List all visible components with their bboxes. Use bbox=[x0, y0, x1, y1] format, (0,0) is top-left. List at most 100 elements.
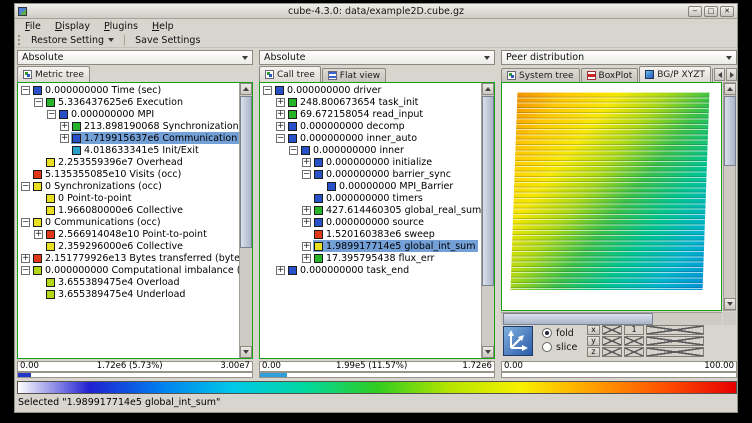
tree-row[interactable]: +427.614460305 global_real_sum bbox=[260, 204, 481, 216]
collapse-icon[interactable]: − bbox=[276, 134, 285, 143]
radio-checked-icon[interactable] bbox=[542, 328, 552, 338]
fold-option[interactable]: fold bbox=[542, 326, 577, 340]
slice-option[interactable]: slice bbox=[542, 340, 577, 354]
scrollbar-handle[interactable] bbox=[482, 96, 494, 286]
plot-vertical-scrollbar[interactable] bbox=[723, 82, 736, 311]
expand-icon[interactable]: + bbox=[302, 158, 311, 167]
toolbar-handle-icon[interactable] bbox=[18, 35, 21, 45]
tab-bg-p-xyzt[interactable]: BG/P XYZT bbox=[639, 66, 711, 82]
scroll-down-button[interactable] bbox=[240, 346, 252, 358]
topology-axis-button[interactable] bbox=[503, 326, 533, 356]
scroll-down-button[interactable] bbox=[482, 346, 494, 358]
tree-row[interactable]: +1.719915637e6 Communication bbox=[18, 132, 239, 144]
collapse-icon[interactable]: − bbox=[21, 266, 30, 275]
scrollbar-handle[interactable] bbox=[724, 96, 736, 166]
tree-row[interactable]: 3.655389475e4 Underload bbox=[18, 288, 239, 300]
tab-scroll-right-button[interactable] bbox=[726, 68, 737, 81]
tree-row[interactable]: 3.655389475e4 Overload bbox=[18, 276, 239, 288]
menu-help[interactable]: Help bbox=[145, 20, 181, 33]
tree-row[interactable]: +0.000000000 decomp bbox=[260, 120, 481, 132]
tree-row[interactable]: 4.018633341e5 Init/Exit bbox=[18, 144, 239, 156]
plot-horizontal-scrollbar[interactable] bbox=[501, 312, 722, 325]
tree-row[interactable]: +0.000000000 initialize bbox=[260, 156, 481, 168]
axis-x-button[interactable]: x bbox=[587, 325, 600, 335]
tree-row[interactable]: 1.520160383e6 sweep bbox=[260, 228, 481, 240]
collapse-icon[interactable]: − bbox=[21, 182, 30, 191]
tab-system-tree[interactable]: System tree bbox=[501, 68, 580, 82]
tree-row[interactable]: +0.000000000 task_end bbox=[260, 264, 481, 276]
tree-row[interactable]: −0.000000000 Time (sec) bbox=[18, 84, 239, 96]
dimension-crossed-box-icon[interactable] bbox=[646, 347, 704, 357]
tree-row[interactable]: +248.800673654 task_init bbox=[260, 96, 481, 108]
restore-setting-button[interactable]: Restore Setting bbox=[26, 34, 119, 47]
dimension-crossed-box-icon[interactable] bbox=[602, 325, 622, 335]
tree-row[interactable]: +17.395795438 flux_err bbox=[260, 252, 481, 264]
tree-row[interactable]: −0.000000000 barrier_sync bbox=[260, 168, 481, 180]
tree-row[interactable]: 1.966080000e6 Collective bbox=[18, 204, 239, 216]
tree-row[interactable]: −0.000000000 MPI bbox=[18, 108, 239, 120]
tree-row[interactable]: +2.151779926e13 Bytes transferred (bytes… bbox=[18, 252, 239, 264]
tab-flat-view[interactable]: Flat view bbox=[322, 68, 386, 82]
tree-row[interactable]: +0.000000000 source bbox=[260, 216, 481, 228]
expand-icon[interactable]: + bbox=[34, 230, 43, 239]
save-settings-button[interactable]: Save Settings bbox=[130, 34, 205, 47]
expand-icon[interactable]: + bbox=[302, 206, 311, 215]
menu-file[interactable]: File bbox=[18, 20, 48, 33]
collapse-icon[interactable]: − bbox=[289, 146, 298, 155]
tab-call-tree[interactable]: Call tree bbox=[259, 66, 321, 82]
tree-row[interactable]: −0.000000000 Computational imbalance (se… bbox=[18, 264, 239, 276]
tree-row[interactable]: +2.566914048e10 Point-to-point bbox=[18, 228, 239, 240]
expand-icon[interactable]: + bbox=[276, 122, 285, 131]
close-button[interactable]: ✕ bbox=[720, 6, 734, 17]
dimension-crossed-box-icon[interactable] bbox=[602, 347, 622, 357]
tree-row[interactable]: +69.672158054 read_input bbox=[260, 108, 481, 120]
call-mode-combobox[interactable]: Absolute bbox=[259, 50, 495, 65]
tree-row[interactable]: −5.336437625e6 Execution bbox=[18, 96, 239, 108]
expand-icon[interactable]: + bbox=[302, 242, 311, 251]
minimize-button[interactable]: − bbox=[688, 6, 702, 17]
scrollbar-handle[interactable] bbox=[503, 313, 653, 325]
scroll-up-button[interactable] bbox=[724, 83, 736, 95]
call-tree-scrollbar[interactable] bbox=[481, 83, 494, 358]
tab-app[interactable]: App bbox=[712, 68, 713, 82]
tree-row[interactable]: −0.000000000 inner_auto bbox=[260, 132, 481, 144]
system-mode-combobox[interactable]: Peer distribution bbox=[501, 50, 737, 65]
dimension-crossed-box-icon[interactable] bbox=[646, 325, 704, 335]
collapse-icon[interactable]: − bbox=[47, 110, 56, 119]
tree-row[interactable]: 0 Point-to-point bbox=[18, 192, 239, 204]
tree-row[interactable]: 5.135355085e10 Visits (occ) bbox=[18, 168, 239, 180]
scrollbar-handle[interactable] bbox=[240, 96, 252, 248]
tree-row[interactable]: 2.359296000e6 Collective bbox=[18, 240, 239, 252]
scroll-up-button[interactable] bbox=[240, 83, 252, 95]
menu-display[interactable]: Display bbox=[48, 20, 97, 33]
radio-unchecked-icon[interactable] bbox=[542, 342, 552, 352]
expand-icon[interactable]: + bbox=[276, 98, 285, 107]
tree-row[interactable]: −0 Synchronizations (occ) bbox=[18, 180, 239, 192]
maximize-button[interactable]: □ bbox=[704, 6, 718, 17]
topology-plot[interactable] bbox=[501, 82, 722, 311]
collapse-icon[interactable]: − bbox=[34, 98, 43, 107]
expand-icon[interactable]: + bbox=[60, 122, 69, 131]
tree-row[interactable]: −0.000000000 inner bbox=[260, 144, 481, 156]
tree-row[interactable]: 0.000000000 timers bbox=[260, 192, 481, 204]
collapse-icon[interactable]: − bbox=[21, 218, 30, 227]
axis-y-button[interactable]: y bbox=[587, 336, 600, 346]
tab-boxplot[interactable]: BoxPlot bbox=[581, 68, 639, 82]
dimension-crossed-box-icon[interactable] bbox=[624, 336, 644, 346]
collapse-icon[interactable]: − bbox=[263, 86, 272, 95]
tree-row[interactable]: 0.00000000 MPI_Barrier bbox=[260, 180, 481, 192]
metric-tree-scrollbar[interactable] bbox=[239, 83, 252, 358]
tree-row[interactable]: −0.000000000 driver bbox=[260, 84, 481, 96]
tree-row[interactable]: −0 Communications (occ) bbox=[18, 216, 239, 228]
tree-row[interactable]: +1.989917714e5 global_int_sum bbox=[260, 240, 481, 252]
expand-icon[interactable]: + bbox=[60, 134, 69, 143]
collapse-icon[interactable]: − bbox=[21, 86, 30, 95]
expand-icon[interactable]: + bbox=[276, 110, 285, 119]
expand-icon[interactable]: + bbox=[302, 218, 311, 227]
expand-icon[interactable]: + bbox=[21, 254, 30, 263]
scroll-down-button[interactable] bbox=[724, 298, 736, 310]
dimension-crossed-box-icon[interactable] bbox=[602, 336, 622, 346]
topology-heatmap[interactable] bbox=[511, 92, 710, 290]
expand-icon[interactable]: + bbox=[302, 254, 311, 263]
tab-scroll-left-button[interactable] bbox=[714, 68, 725, 81]
